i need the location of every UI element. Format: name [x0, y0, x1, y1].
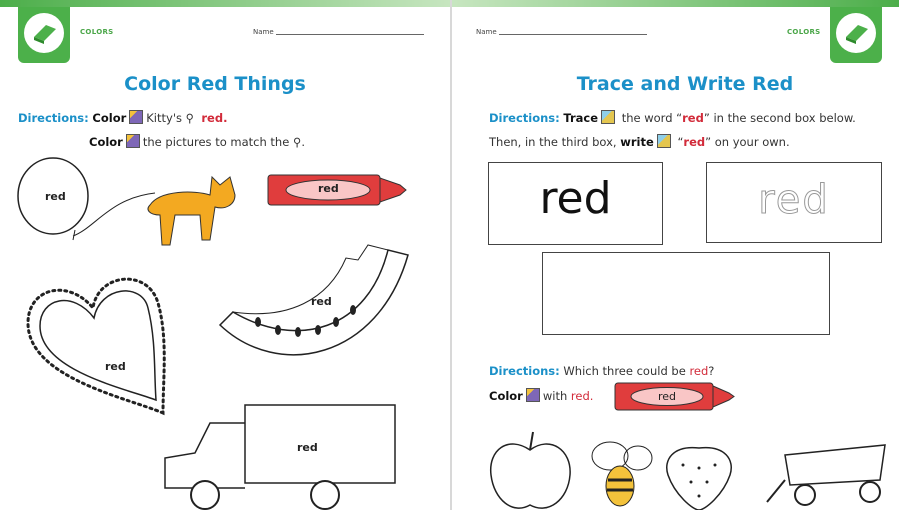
- bee-picture: [591, 441, 653, 507]
- heart-picture: [26, 277, 166, 416]
- page-divider: [450, 0, 452, 510]
- crayon-icon: [125, 134, 140, 148]
- page-title: Color Red Things: [124, 73, 306, 95]
- example-box: red: [488, 162, 663, 245]
- directions-line-2: Color the pictures to match the ⚲.: [89, 134, 306, 149]
- write-box[interactable]: [542, 252, 830, 335]
- name-label: Name: [476, 28, 497, 36]
- book-tab-left: [18, 7, 70, 63]
- crayon-icon: [129, 110, 144, 124]
- name-field[interactable]: Name: [253, 28, 424, 36]
- directions-line-1: Directions: Trace the word “red” in the …: [489, 110, 856, 125]
- pencil-icon: [656, 134, 671, 148]
- pencil-icon: [601, 110, 616, 124]
- name-label: Name: [253, 28, 274, 36]
- crayon-label: red: [318, 182, 339, 195]
- crayon-icon: [525, 388, 540, 402]
- book-icon: [24, 13, 64, 53]
- example-word: red: [539, 173, 612, 224]
- directions-line-2: Then, in the third box, write “red” on y…: [489, 134, 790, 149]
- trace-box[interactable]: red: [706, 162, 882, 243]
- directions-line-1: Directions: Color Kitty's ⚲ red.: [18, 110, 228, 125]
- strawberry-picture: [666, 446, 732, 510]
- section-label: COLORS: [80, 28, 114, 36]
- balloon-icon: ⚲: [185, 111, 195, 125]
- apple-picture: [490, 431, 571, 509]
- top-bar-left: [0, 0, 450, 7]
- heart-label: red: [105, 360, 126, 373]
- directions-question: Directions: Which three could be red?: [489, 364, 715, 378]
- book-icon: [836, 13, 876, 53]
- directions-line-3: Color with red.: [489, 388, 594, 403]
- name-field[interactable]: Name: [476, 28, 647, 36]
- balloon-label: red: [45, 190, 66, 203]
- watermelon-label: red: [311, 295, 332, 308]
- truck-label: red: [297, 441, 318, 454]
- section-label: COLORS: [787, 28, 821, 36]
- truck-picture: [164, 404, 396, 510]
- page-title: Trace and Write Red: [576, 73, 794, 95]
- top-bar-right: [452, 0, 899, 7]
- trace-word: red: [758, 177, 830, 224]
- cat-picture: [147, 175, 236, 246]
- crayon-label: red: [658, 390, 677, 403]
- wagon-picture: [766, 444, 886, 506]
- book-tab-right: [830, 7, 882, 63]
